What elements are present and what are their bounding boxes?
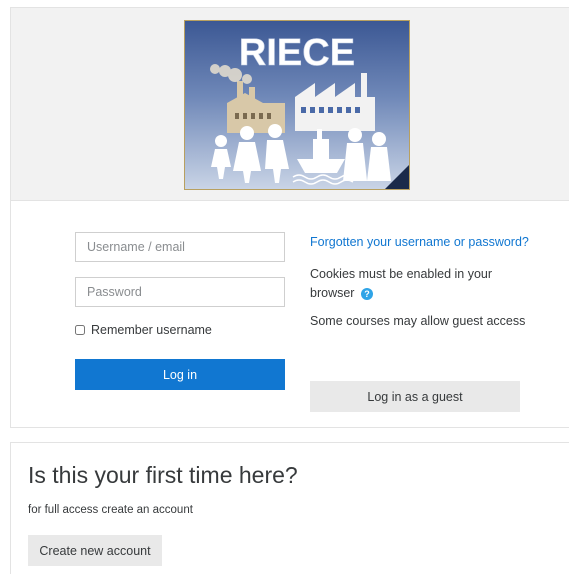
remember-checkbox[interactable] [75,325,85,335]
forgot-password-link[interactable]: Forgotten your username or password? [310,233,530,252]
login-card: RIECE Username / email Remember username… [10,7,569,428]
factory-right-icon [295,73,375,131]
cookies-notice: Cookies must be enabled in your browser … [310,265,530,303]
family-icon [211,124,289,183]
people-right-icon [343,128,391,181]
create-account-button[interactable]: Create new account [28,535,162,566]
login-page: RIECE Username / email Remember username… [0,0,569,574]
logo-header: RIECE [11,8,569,201]
cookies-text: Cookies must be enabled in your browser [310,267,493,300]
login-button[interactable]: Log in [75,359,285,390]
login-help-column: Forgotten your username or password? Coo… [310,233,530,331]
logo-illustration: RIECE [210,32,409,189]
remember-label: Remember username [91,323,212,337]
signup-description: for full access create an account [28,504,193,516]
logo-text: RIECE [239,32,355,74]
question-circle-icon[interactable]: ? [360,287,373,300]
riece-logo: RIECE [184,20,410,190]
ship-icon [297,129,345,173]
signup-card: Is this your first time here? for full a… [10,442,569,574]
username-input[interactable] [75,232,285,262]
signup-title: Is this your first time here? [28,462,298,488]
guest-login-button[interactable]: Log in as a guest [310,381,520,412]
guest-access-notice: Some courses may allow guest access [310,314,526,328]
remember-username[interactable]: Remember username [75,323,212,337]
password-input[interactable] [75,277,285,307]
